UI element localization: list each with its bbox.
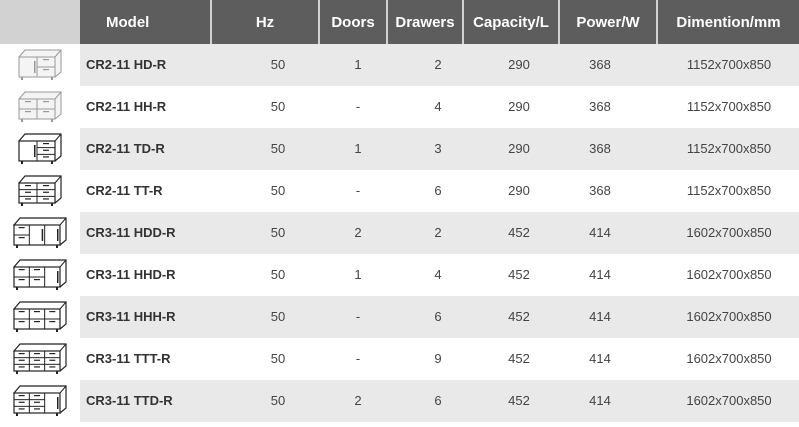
row-hz: 50: [270, 99, 286, 114]
product-thumbnail-icon: [0, 170, 80, 212]
row-power: 414: [589, 267, 611, 282]
row-capacity: 452: [508, 309, 530, 324]
row-dimension: 1602x700x850: [686, 225, 772, 240]
row-model: CR3-11 TTT-R: [86, 351, 171, 366]
row-hz: 50: [270, 57, 286, 72]
row-doors: 2: [354, 393, 362, 408]
row-model: CR2-11 TT-R: [86, 183, 163, 198]
row-dimension: 1602x700x850: [686, 309, 772, 324]
header-drawers: Drawers: [388, 0, 462, 44]
row-hz: 50: [270, 309, 286, 324]
row-doors: 1: [354, 267, 362, 282]
row-hz: 50: [270, 141, 286, 156]
row-dimension: 1602x700x850: [686, 393, 772, 408]
product-thumbnail-icon: [0, 380, 80, 422]
table-row: CR3-11 TTT-R 50 - 9 452 414 1602x700x850: [0, 338, 799, 380]
row-hz: 50: [270, 183, 286, 198]
row-doors: -: [355, 351, 361, 366]
row-drawers: 4: [434, 267, 442, 282]
row-capacity: 290: [508, 99, 530, 114]
row-drawers: 2: [434, 225, 442, 240]
header-doors: Doors: [320, 0, 386, 44]
row-drawers: 9: [434, 351, 442, 366]
row-drawers: 4: [434, 99, 442, 114]
row-doors: 1: [354, 141, 362, 156]
row-power: 414: [589, 351, 611, 366]
row-power: 368: [589, 99, 611, 114]
table-row: CR2-11 HH-R 50 - 4 290 368 1152x700x850: [0, 86, 799, 128]
table-row: CR3-11 HDD-R 50 2 2 452 414 1602x700x850: [0, 212, 799, 254]
row-dimension: 1602x700x850: [686, 267, 772, 282]
row-capacity: 452: [508, 351, 530, 366]
row-capacity: 452: [508, 393, 530, 408]
header-model: Model: [80, 0, 210, 44]
row-capacity: 452: [508, 225, 530, 240]
header-hz: Hz: [212, 0, 318, 44]
table-row: CR2-11 TT-R 50 - 6 290 368 1152x700x850: [0, 170, 799, 212]
row-dimension: 1152x700x850: [686, 57, 772, 72]
row-doors: 2: [354, 225, 362, 240]
row-capacity: 452: [508, 267, 530, 282]
row-dimension: 1152x700x850: [686, 141, 772, 156]
row-power: 368: [589, 183, 611, 198]
product-thumbnail-icon: [0, 44, 80, 86]
product-thumbnail-icon: [0, 296, 80, 338]
row-capacity: 290: [508, 141, 530, 156]
row-power: 368: [589, 141, 611, 156]
row-model: CR2-11 HD-R: [86, 57, 167, 72]
row-dimension: 1152x700x850: [686, 183, 772, 198]
row-capacity: 290: [508, 183, 530, 198]
row-hz: 50: [270, 225, 286, 240]
row-power: 414: [589, 309, 611, 324]
product-thumbnail-icon: [0, 338, 80, 380]
row-power: 414: [589, 225, 611, 240]
row-capacity: 290: [508, 57, 530, 72]
row-doors: -: [355, 183, 361, 198]
product-thumbnail-icon: [0, 86, 80, 128]
row-dimension: 1152x700x850: [686, 99, 772, 114]
header-power: Power/W: [560, 0, 656, 44]
product-thumbnail-icon: [0, 128, 80, 170]
table-header: Model Hz Doors Drawers Capacity/L Power/…: [0, 0, 799, 44]
row-hz: 50: [270, 351, 286, 366]
row-doors: 1: [354, 57, 362, 72]
row-power: 368: [589, 57, 611, 72]
row-drawers: 6: [434, 183, 442, 198]
table-row: CR3-11 HHD-R 50 1 4 452 414 1602x700x850: [0, 254, 799, 296]
row-hz: 50: [270, 267, 286, 282]
row-doors: -: [355, 309, 361, 324]
table-row: CR3-11 HHH-R 50 - 6 452 414 1602x700x850: [0, 296, 799, 338]
row-drawers: 3: [434, 141, 442, 156]
row-power: 414: [589, 393, 611, 408]
row-drawers: 6: [434, 309, 442, 324]
row-model: CR3-11 HHH-R: [86, 309, 176, 324]
row-dimension: 1602x700x850: [686, 351, 772, 366]
header-capacity: Capacity/L: [464, 0, 558, 44]
row-model: CR3-11 TTD-R: [86, 393, 173, 408]
product-thumbnail-icon: [0, 254, 80, 296]
table-row: CR2-11 HD-R 50 1 2 290 368 1152x700x850: [0, 44, 799, 86]
table-row: CR3-11 TTD-R 50 2 6 452 414 1602x700x850: [0, 380, 799, 422]
row-hz: 50: [270, 393, 286, 408]
table-row: CR2-11 TD-R 50 1 3 290 368 1152x700x850: [0, 128, 799, 170]
row-model: CR3-11 HDD-R: [86, 225, 176, 240]
product-thumbnail-icon: [0, 212, 80, 254]
row-model: CR3-11 HHD-R: [86, 267, 176, 282]
row-drawers: 2: [434, 57, 442, 72]
row-model: CR2-11 HH-R: [86, 99, 167, 114]
spec-table: Model Hz Doors Drawers Capacity/L Power/…: [0, 0, 799, 427]
row-model: CR2-11 TD-R: [86, 141, 165, 156]
header-dimension: Dimention/mm: [658, 0, 799, 44]
row-drawers: 6: [434, 393, 442, 408]
row-doors: -: [355, 99, 361, 114]
